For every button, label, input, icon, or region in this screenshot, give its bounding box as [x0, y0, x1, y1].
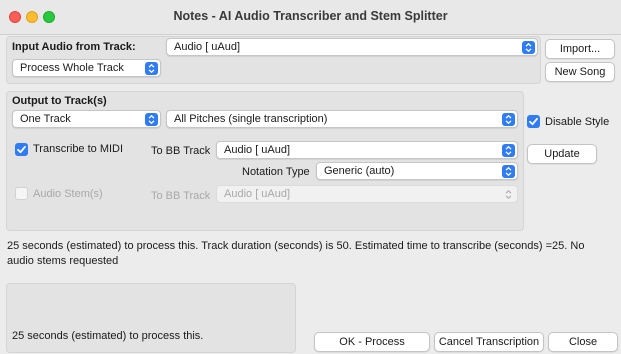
input-track-value: Audio [ uAud] — [174, 41, 241, 53]
chevron-updown-icon — [145, 62, 158, 75]
transcribe-midi-label: Transcribe to MIDI — [33, 143, 124, 155]
checkmark-icon — [529, 117, 538, 126]
chevron-updown-icon — [522, 41, 535, 54]
process-range-value: Process Whole Track — [20, 62, 124, 74]
chevron-updown-icon — [502, 188, 515, 201]
close-button[interactable]: Close — [548, 332, 618, 352]
to-bb-track-label: To BB Track — [151, 145, 211, 157]
status-message: 25 seconds (estimated) to process this. … — [7, 240, 585, 267]
midi-target-track-value: Audio [ uAud] — [224, 144, 291, 156]
process-range-select[interactable]: Process Whole Track — [12, 59, 161, 77]
input-track-select[interactable]: Audio [ uAud] — [166, 38, 538, 56]
ok-process-button[interactable]: OK - Process — [314, 332, 430, 352]
notation-type-value: Generic (auto) — [324, 165, 395, 177]
audio-stems-label: Audio Stem(s) — [33, 188, 103, 200]
import-button[interactable]: Import... — [545, 39, 615, 59]
disable-style-label: Disable Style — [545, 116, 610, 128]
update-button[interactable]: Update — [527, 144, 597, 164]
notation-type-label: Notation Type — [242, 166, 310, 178]
pitches-select[interactable]: All Pitches (single transcription) — [166, 110, 518, 128]
notation-type-select[interactable]: Generic (auto) — [316, 162, 518, 180]
stem-target-track-value: Audio [ uAud] — [224, 188, 291, 200]
window-title: Notes - AI Audio Transcriber and Stem Sp… — [173, 9, 448, 23]
cancel-transcription-button[interactable]: Cancel Transcription — [434, 332, 544, 352]
chevron-updown-icon — [502, 144, 515, 157]
title-bar: Notes - AI Audio Transcriber and Stem Sp… — [0, 0, 621, 35]
disable-style-checkbox[interactable] — [527, 115, 540, 128]
output-heading: Output to Track(s) — [12, 95, 107, 107]
input-audio-label: Input Audio from Track: — [12, 41, 136, 53]
chevron-updown-icon — [502, 113, 515, 126]
chevron-updown-icon — [502, 165, 515, 178]
summary-text: 25 seconds (estimated) to process this. — [12, 330, 204, 342]
output-tracks-value: One Track — [20, 113, 71, 125]
pitches-value: All Pitches (single transcription) — [174, 113, 328, 125]
midi-target-track-select[interactable]: Audio [ uAud] — [216, 141, 518, 159]
chevron-updown-icon — [145, 113, 158, 126]
output-tracks-select[interactable]: One Track — [12, 110, 161, 128]
new-song-button[interactable]: New Song — [545, 62, 615, 82]
audio-stems-checkbox[interactable] — [15, 187, 28, 200]
checkmark-icon — [17, 145, 26, 154]
summary-panel — [6, 283, 296, 353]
stem-target-track-select[interactable]: Audio [ uAud] — [216, 185, 518, 203]
transcribe-midi-checkbox[interactable] — [15, 143, 28, 156]
to-bb-track-label-2: To BB Track — [151, 190, 211, 202]
